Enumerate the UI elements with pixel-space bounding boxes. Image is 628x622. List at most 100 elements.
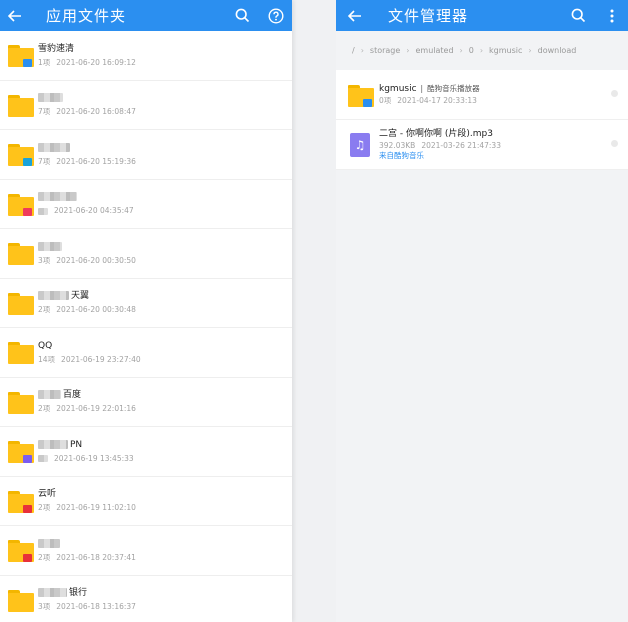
breadcrumb-item[interactable]: 0 xyxy=(469,46,474,55)
breadcrumb-item[interactable]: / xyxy=(352,46,355,55)
screen: 应用文件夹 雪豹速清 1项 2021-06-20 16:09:12 7项 2021-06… xyxy=(0,0,628,622)
item-date: 2021-06-18 20:37:41 xyxy=(56,552,136,562)
app-badge-icon xyxy=(23,554,32,563)
item-date: 2021-06-20 00:30:48 xyxy=(56,305,136,315)
blurred-name xyxy=(38,192,77,202)
item-name-text: 银行 xyxy=(69,588,88,599)
folder-body xyxy=(8,345,34,365)
app-bar: 应用文件夹 xyxy=(0,0,292,31)
item-name xyxy=(38,92,136,104)
list-item[interactable]: 2021-06-20 04:35:47 xyxy=(0,180,292,229)
folder-icon xyxy=(8,93,34,117)
item-text: 7项 2021-06-20 15:19:36 xyxy=(38,142,136,167)
list-item[interactable]: 7项 2021-06-20 15:19:36 xyxy=(0,130,292,180)
item-meta: 2项 2021-06-18 20:37:41 xyxy=(38,552,136,563)
folder-icon xyxy=(8,241,34,266)
item-name-text: 百度 xyxy=(63,390,82,401)
search-button[interactable] xyxy=(568,6,588,26)
list-item[interactable]: 银行 3项 2021-06-18 13:16:37 xyxy=(0,576,292,622)
item-name: QQ xyxy=(38,340,53,351)
file-item[interactable]: ♫ 二宫 - 你啊你啊 (片段).mp3 392.03KB 2021-03-26 21… xyxy=(336,120,628,170)
item-count: 3项 xyxy=(38,602,51,612)
breadcrumb-item[interactable]: kgmusic xyxy=(489,46,522,55)
item-name xyxy=(38,191,134,203)
item-meta: 2021-06-20 04:35:47 xyxy=(38,205,134,216)
blurred-name xyxy=(38,93,63,103)
folder-list: 雪豹速清 1项 2021-06-20 16:09:12 7项 2021-06-20 16… xyxy=(0,31,292,622)
folder-body xyxy=(8,246,34,266)
breadcrumb-item[interactable]: storage xyxy=(370,46,400,55)
item-name-text: kgmusic xyxy=(379,84,417,94)
list-item[interactable]: 3项 2021-06-20 00:30:50 xyxy=(0,229,292,279)
search-button[interactable] xyxy=(232,6,252,26)
list-item[interactable]: 百度 2项 2021-06-19 22:01:16 xyxy=(0,378,292,427)
item-name: 二宫 - 你啊你啊 (片段).mp3 xyxy=(379,128,501,140)
select-indicator[interactable] xyxy=(611,140,618,147)
list-item[interactable]: 云听 2项 2021-06-19 11:02:10 xyxy=(0,477,292,526)
item-date: 2021-06-19 22:01:16 xyxy=(56,404,136,414)
more-vertical-icon xyxy=(610,9,614,22)
item-date: 2021-06-20 15:19:36 xyxy=(56,156,136,166)
page-title: 文件管理器 xyxy=(388,7,469,25)
item-text: PN 2021-06-19 13:45:33 xyxy=(38,439,134,464)
select-indicator[interactable] xyxy=(611,90,618,97)
music-file-icon: ♫ xyxy=(348,132,374,157)
list-item[interactable]: 7项 2021-06-20 16:08:47 xyxy=(0,81,292,130)
back-button[interactable] xyxy=(0,0,30,31)
item-name xyxy=(38,538,136,550)
item-date: 2021-06-20 16:08:47 xyxy=(56,107,136,117)
list-item[interactable]: QQ 14项 2021-06-19 23:27:40 xyxy=(0,328,292,378)
item-source-link[interactable]: 来自酷狗音乐 xyxy=(379,151,501,161)
item-count: 2项 xyxy=(38,503,51,513)
app-badge-icon xyxy=(23,207,32,216)
folder-icon xyxy=(8,43,34,68)
chevron-right-icon: › xyxy=(459,46,463,55)
item-text: 云听 2项 2021-06-19 11:02:10 xyxy=(38,488,136,513)
file-item[interactable]: kgmusic | 酷狗音乐播放器 0项 2021-04-17 20:33:13 xyxy=(336,70,628,120)
breadcrumb-item[interactable]: emulated xyxy=(416,46,454,55)
breadcrumb: / › storage › emulated › 0 › kgmusic › download xyxy=(336,31,628,70)
app-badge-icon xyxy=(23,158,32,167)
app-badge-icon xyxy=(363,98,372,107)
item-count: 3项 xyxy=(38,255,51,265)
item-text: 3项 2021-06-20 00:30:50 xyxy=(38,241,136,266)
item-date: 2021-06-19 11:02:10 xyxy=(56,503,136,513)
item-name-text: 天翼 xyxy=(71,291,90,302)
item-date: 2021-06-19 13:45:33 xyxy=(54,453,134,463)
back-button[interactable] xyxy=(340,0,370,31)
item-name: 雪豹速清 xyxy=(38,43,75,54)
help-icon xyxy=(268,7,284,24)
list-item[interactable]: 雪豹速清 1项 2021-06-20 16:09:12 xyxy=(0,31,292,81)
chevron-right-icon: › xyxy=(479,46,484,55)
item-count: 7项 xyxy=(38,156,51,166)
folder-icon xyxy=(8,439,34,464)
item-name xyxy=(38,241,136,253)
list-item[interactable]: PN 2021-06-19 13:45:33 xyxy=(0,427,292,477)
item-name xyxy=(38,142,136,154)
folder-icon xyxy=(8,390,34,414)
more-button[interactable] xyxy=(602,6,622,26)
item-meta: 1项 2021-06-20 16:09:12 xyxy=(38,57,136,68)
item-name: 云听 xyxy=(38,489,57,500)
item-date: 2021-06-18 13:16:37 xyxy=(56,602,136,612)
folder-body xyxy=(8,394,34,414)
item-name-text: 二宫 - 你啊你啊 (片段).mp3 xyxy=(379,129,493,139)
item-meta: 2项 2021-06-19 11:02:10 xyxy=(38,502,136,513)
item-name: 天翼 xyxy=(38,290,136,302)
help-button[interactable] xyxy=(266,6,286,26)
divider: | xyxy=(420,84,424,93)
item-text: 天翼 2项 2021-06-20 00:30:48 xyxy=(38,290,136,315)
item-text: QQ 14项 2021-06-19 23:27:40 xyxy=(38,340,141,365)
list-item[interactable]: 2项 2021-06-18 20:37:41 xyxy=(0,526,292,576)
item-date: 2021-04-17 20:33:13 xyxy=(397,96,477,105)
chevron-right-icon: › xyxy=(528,46,532,55)
item-text: 百度 2项 2021-06-19 22:01:16 xyxy=(38,389,136,414)
blurred-name xyxy=(38,588,67,598)
breadcrumb-item[interactable]: download xyxy=(538,46,577,55)
list-item[interactable]: 天翼 2项 2021-06-20 00:30:48 xyxy=(0,279,292,328)
folder-icon xyxy=(8,142,34,167)
folder-icon xyxy=(8,291,34,315)
item-text: 7项 2021-06-20 16:08:47 xyxy=(38,92,136,117)
item-count: 1项 xyxy=(38,57,51,67)
page-title: 应用文件夹 xyxy=(46,7,127,25)
